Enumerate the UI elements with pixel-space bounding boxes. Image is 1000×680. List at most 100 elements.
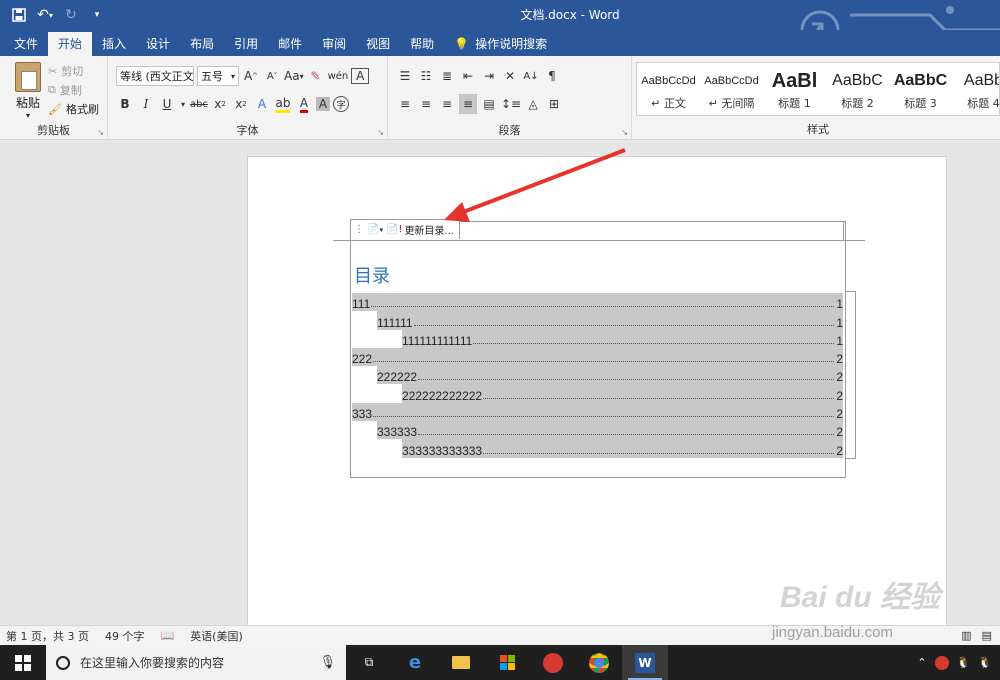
- font-size-value: 五号: [201, 70, 223, 83]
- store-icon[interactable]: [484, 645, 530, 680]
- font-color-icon[interactable]: A: [295, 94, 313, 114]
- underline-dropdown-icon[interactable]: ▾: [179, 94, 187, 114]
- paragraph-launcher-icon[interactable]: ↘: [621, 128, 628, 137]
- toc-leader-dots: [483, 397, 834, 399]
- font-launcher-icon[interactable]: ↘: [377, 128, 384, 137]
- word-count[interactable]: 49 个字: [105, 628, 145, 644]
- format-painter-button[interactable]: 🖌 格式刷: [48, 100, 99, 118]
- style-no-spacing[interactable]: AaBbCcDd ↵ 无间隔: [700, 63, 763, 115]
- decrease-indent-icon[interactable]: ⇤: [459, 66, 477, 86]
- toc-entry[interactable]: 111 1: [352, 293, 843, 312]
- enclose-char-icon[interactable]: 字: [333, 96, 349, 112]
- style-heading-4[interactable]: AaBb 标题 4: [952, 63, 999, 115]
- cut-label: 剪切: [61, 65, 84, 78]
- style-heading-1[interactable]: AaBl 标题 1: [763, 63, 826, 115]
- toc-entry[interactable]: 111111 1: [377, 311, 843, 330]
- tab-references[interactable]: 引用: [224, 32, 268, 56]
- align-right-icon[interactable]: ≡: [438, 94, 456, 114]
- proofing-icon[interactable]: 📖: [160, 629, 174, 642]
- tab-file[interactable]: 文件: [4, 32, 48, 56]
- shading-icon[interactable]: ◬: [524, 94, 542, 114]
- chinese-layout-icon[interactable]: ✕: [501, 66, 519, 86]
- grow-font-icon[interactable]: A ^: [242, 66, 260, 86]
- tab-home[interactable]: 开始: [48, 32, 93, 56]
- toc-entry[interactable]: 222222 2: [377, 366, 843, 385]
- font-name-value: 等线 (西文正文: [120, 70, 194, 83]
- text-effects-icon[interactable]: A: [253, 94, 271, 114]
- style-heading-2[interactable]: AaBbC 标题 2: [826, 63, 889, 115]
- increase-indent-icon[interactable]: ⇥: [480, 66, 498, 86]
- line-spacing-icon[interactable]: ↕≡: [501, 94, 521, 114]
- numbering-icon[interactable]: ☷: [417, 66, 435, 86]
- bold-icon[interactable]: B: [116, 94, 134, 114]
- toc-menu-icon[interactable]: 📄▾: [367, 224, 383, 235]
- paste-dropdown-icon[interactable]: ▾: [8, 111, 48, 120]
- tray-chevron-icon[interactable]: ⌃: [917, 656, 926, 669]
- toc-entry[interactable]: 222 2: [352, 347, 843, 367]
- tab-help[interactable]: 帮助: [400, 32, 444, 56]
- tray-netease-icon[interactable]: [934, 655, 949, 670]
- update-toc-button[interactable]: 📄! 更新目录...: [386, 222, 454, 237]
- microphone-icon[interactable]: 🎙: [319, 655, 336, 670]
- borders-icon[interactable]: ⊞: [545, 94, 563, 114]
- clipboard-launcher-icon[interactable]: ↘: [97, 128, 104, 137]
- tray-qq-icon-2[interactable]: 🐧: [978, 656, 992, 669]
- tell-me-label: 操作说明搜索: [475, 37, 548, 51]
- font-size-combo[interactable]: 五号 ▾: [197, 66, 239, 86]
- show-marks-icon[interactable]: ¶: [543, 66, 561, 86]
- file-explorer-icon[interactable]: [438, 645, 484, 680]
- page-count[interactable]: 第 1 页，共 3 页: [6, 628, 89, 644]
- toc-entry-page: 2: [836, 352, 843, 367]
- toc-entry[interactable]: 111111111111 1: [402, 329, 843, 348]
- tell-me-search[interactable]: 💡 操作说明搜索: [444, 32, 557, 56]
- toc-entry[interactable]: 333333 2: [377, 421, 843, 440]
- paste-button[interactable]: 粘贴 ▾: [8, 62, 48, 120]
- tray-qq-icon[interactable]: 🐧: [957, 656, 971, 669]
- char-shading-icon[interactable]: A: [316, 97, 330, 111]
- align-left-icon[interactable]: ≡: [396, 94, 414, 114]
- cut-button[interactable]: ✂ 剪切: [48, 62, 83, 80]
- netease-music-icon[interactable]: [530, 645, 576, 680]
- bullets-icon[interactable]: ☰: [396, 66, 414, 86]
- sort-icon[interactable]: A↓: [522, 66, 540, 86]
- clear-format-icon[interactable]: ✎: [307, 66, 325, 86]
- task-view-icon[interactable]: ⧉: [346, 645, 392, 680]
- tab-layout[interactable]: 布局: [180, 32, 224, 56]
- toc-entry-page: 2: [836, 388, 843, 403]
- toc-leader-dots: [373, 361, 834, 363]
- change-case-button[interactable]: Aa ▾: [284, 66, 304, 86]
- chrome-icon[interactable]: [576, 645, 622, 680]
- edge-icon[interactable]: e: [392, 645, 438, 680]
- superscript-icon[interactable]: x2: [232, 94, 250, 114]
- strikethrough-icon[interactable]: abc: [190, 94, 208, 114]
- language-indicator[interactable]: 英语(美国): [190, 628, 243, 644]
- tab-insert[interactable]: 插入: [92, 32, 136, 56]
- windows-start-icon[interactable]: [0, 645, 46, 680]
- tab-view[interactable]: 视图: [356, 32, 400, 56]
- word-taskbar-icon[interactable]: W: [622, 645, 668, 680]
- underline-icon[interactable]: U: [158, 94, 176, 114]
- tab-review[interactable]: 审阅: [312, 32, 356, 56]
- char-border-icon[interactable]: A: [351, 68, 370, 84]
- font-name-combo[interactable]: 等线 (西文正文: [116, 66, 194, 86]
- justify-icon[interactable]: ≡: [459, 94, 477, 114]
- tab-mailings[interactable]: 邮件: [268, 32, 312, 56]
- toc-entry[interactable]: 222222222222 2: [402, 384, 843, 403]
- subscript-icon[interactable]: x2: [211, 94, 229, 114]
- toc-entry[interactable]: 333333333333 2: [402, 439, 843, 458]
- shrink-font-icon[interactable]: A ˅: [263, 66, 281, 86]
- taskbar-search[interactable]: 在这里输入你要搜索的内容 🎙: [46, 645, 346, 680]
- distributed-icon[interactable]: ▤: [480, 94, 498, 114]
- toc-entry[interactable]: 333 2: [352, 402, 843, 422]
- style-name: ↵ 正文: [651, 97, 686, 110]
- tab-design[interactable]: 设计: [136, 32, 180, 56]
- align-center-icon[interactable]: ≡: [417, 94, 435, 114]
- copy-button[interactable]: ⧉ 复制: [48, 81, 82, 99]
- highlight-icon[interactable]: ab: [274, 94, 292, 114]
- italic-icon[interactable]: I: [137, 94, 155, 114]
- phonetic-guide-icon[interactable]: wén: [328, 66, 349, 86]
- style-normal[interactable]: AaBbCcDd ↵ 正文: [637, 63, 700, 115]
- drag-handle-icon[interactable]: ⋮: [354, 224, 364, 235]
- multilevel-list-icon[interactable]: ≣: [438, 66, 456, 86]
- style-heading-3[interactable]: AaBbC 标题 3: [889, 63, 952, 115]
